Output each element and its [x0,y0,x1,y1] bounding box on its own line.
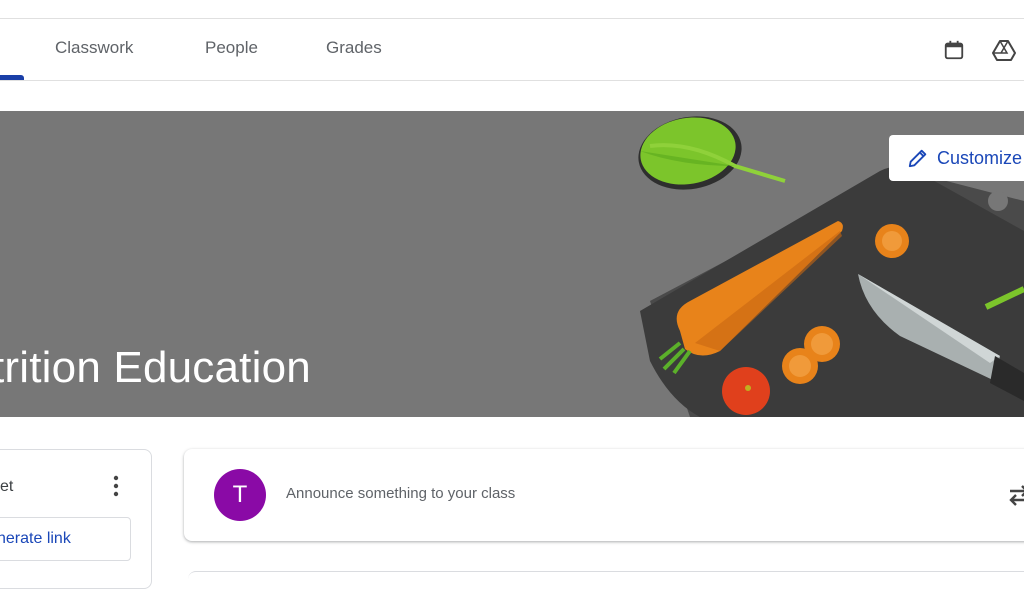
drive-icon [992,40,1016,61]
class-tab-bar: Classwork People Grades [0,19,1024,81]
pencil-icon [908,149,927,168]
customize-label: Customize [937,147,1023,168]
class-title: trition Education [0,343,311,392]
calendar-button[interactable] [937,33,971,67]
customize-button[interactable]: Customize [889,135,1024,181]
tab-people[interactable]: People [205,19,258,80]
drive-folder-button[interactable] [987,33,1021,67]
active-tab-indicator [0,75,24,80]
tab-grades[interactable]: Grades [326,19,382,80]
meet-label: et [0,478,14,495]
announce-placeholder[interactable]: Announce something to your class [286,485,515,502]
avatar: T [214,469,266,521]
stream-post-card [188,571,1024,581]
calendar-icon [944,40,964,60]
reuse-post-button[interactable] [1004,480,1024,510]
generate-link-button[interactable]: nerate link [0,517,131,561]
more-options-button[interactable] [104,472,128,500]
class-banner: trition Education [0,111,1024,417]
repost-icon [1009,485,1024,506]
more-vert-icon [113,475,119,497]
tab-classwork[interactable]: Classwork [55,19,133,80]
